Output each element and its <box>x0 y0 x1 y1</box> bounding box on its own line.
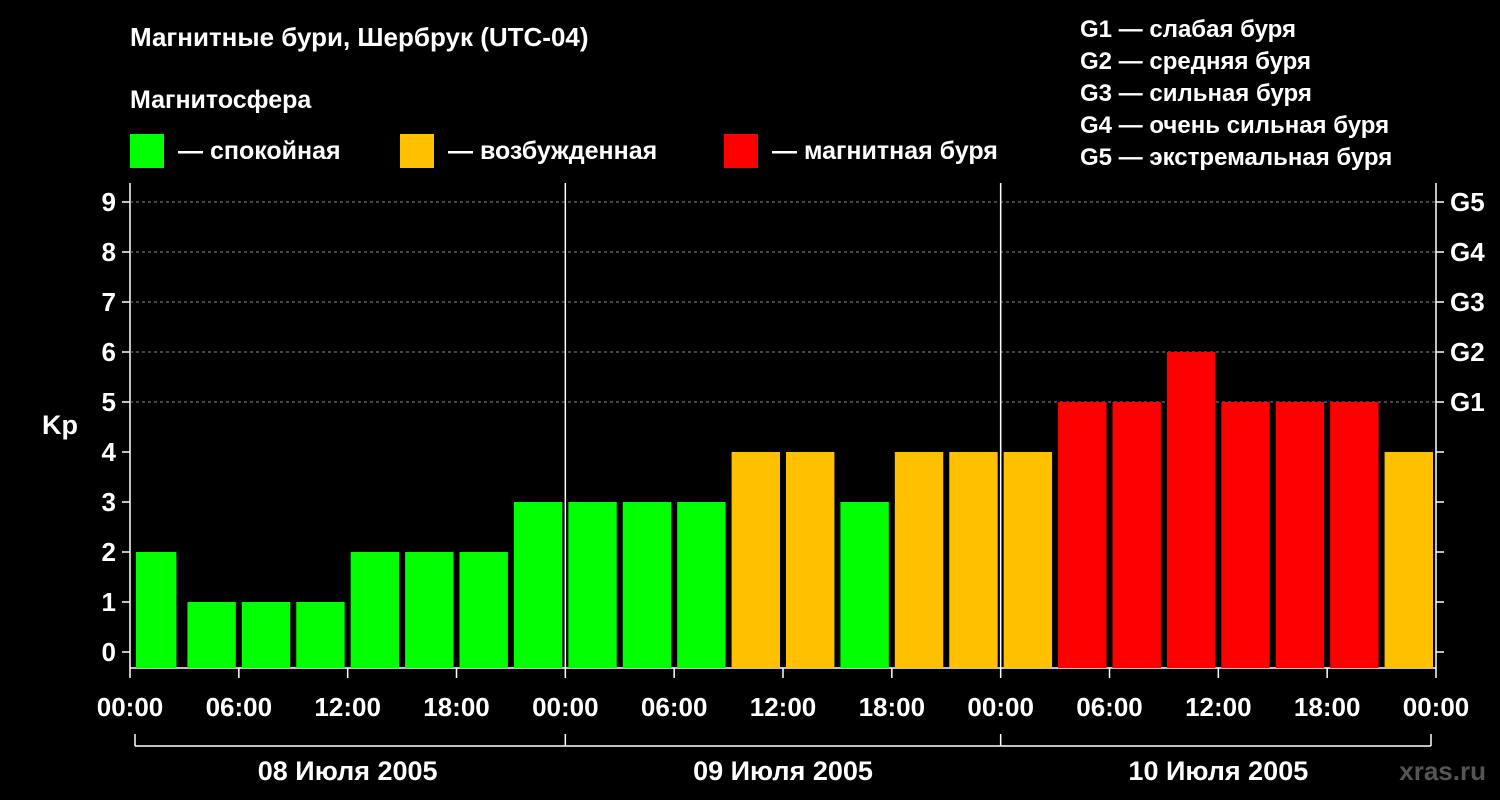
bar-storm <box>1221 402 1270 668</box>
bar-storm <box>1330 402 1379 668</box>
y-tick-label: 5 <box>102 387 116 417</box>
x-tick-label: 06:00 <box>206 692 273 722</box>
x-tick-label: 12:00 <box>1185 692 1252 722</box>
x-tick-label: 00:00 <box>97 692 164 722</box>
x-tick-label: 12:00 <box>314 692 381 722</box>
g-level-label: G5 <box>1450 187 1485 217</box>
x-tick-label: 18:00 <box>423 692 490 722</box>
bar-quiet <box>622 502 672 668</box>
y-tick-label: 4 <box>102 437 117 467</box>
bar-quiet <box>513 502 563 668</box>
y-tick-label: 6 <box>102 337 116 367</box>
day-label: 09 Июля 2005 <box>693 756 873 786</box>
x-tick-label: 00:00 <box>532 692 599 722</box>
g-level-label: G4 <box>1450 237 1485 267</box>
x-tick-label: 00:00 <box>967 692 1034 722</box>
x-tick-label: 06:00 <box>1076 692 1143 722</box>
bar-storm <box>1166 352 1216 668</box>
y-tick-label: 2 <box>102 537 116 567</box>
g-level-label: G2 <box>1450 337 1485 367</box>
x-tick-label: 18:00 <box>1294 692 1361 722</box>
x-tick-label: 06:00 <box>641 692 708 722</box>
day-label: 08 Июля 2005 <box>258 756 438 786</box>
bar-quiet <box>405 552 454 668</box>
bar-excited <box>894 452 944 668</box>
y-tick-label: 8 <box>102 237 116 267</box>
bar-excited <box>949 452 998 668</box>
x-tick-label: 18:00 <box>859 692 926 722</box>
g-level-label: G1 <box>1450 387 1485 417</box>
bar-quiet <box>840 502 889 668</box>
bar-quiet <box>136 552 177 668</box>
bar-excited <box>1003 452 1053 668</box>
x-tick-label: 12:00 <box>750 692 817 722</box>
bar-storm <box>1112 402 1161 668</box>
bar-quiet <box>568 502 617 668</box>
bar-excited <box>786 452 835 668</box>
y-tick-label: 9 <box>102 187 116 217</box>
bar-quiet <box>241 602 291 668</box>
day-label: 10 Июля 2005 <box>1128 756 1308 786</box>
g-level-label: G3 <box>1450 287 1485 317</box>
bar-quiet <box>677 502 726 668</box>
y-tick-label: 1 <box>102 587 116 617</box>
bar-quiet <box>459 552 508 668</box>
y-tick-label: 7 <box>102 287 116 317</box>
bar-excited <box>1384 452 1433 668</box>
x-tick-label: 00:00 <box>1403 692 1470 722</box>
bar-excited <box>731 452 780 668</box>
bar-storm <box>1058 402 1107 668</box>
bar-storm <box>1275 402 1325 668</box>
y-tick-label: 0 <box>102 637 116 667</box>
kp-bar-chart: 0 1 2 3 4 5 6 7 8 9 G1 G2 G3 G4 G5 00:00 06:00 12:00 18:00… <box>97 183 1485 786</box>
bar-quiet <box>187 602 236 668</box>
bar-quiet <box>350 552 400 668</box>
bar-quiet <box>296 602 345 668</box>
y-tick-label: 3 <box>102 487 116 517</box>
